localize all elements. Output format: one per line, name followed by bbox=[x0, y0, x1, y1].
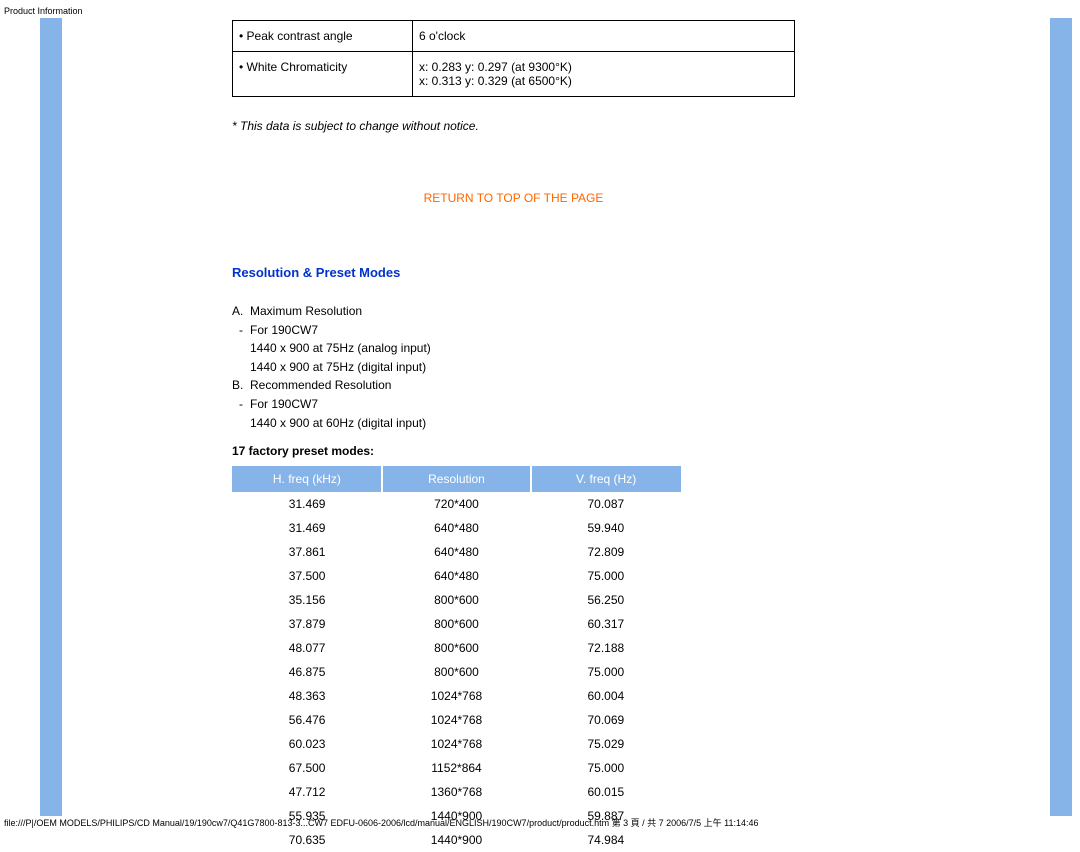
table-cell: 67.500 bbox=[233, 756, 382, 780]
table-cell: 640*480 bbox=[382, 564, 531, 588]
table-row: 48.077800*60072.188 bbox=[233, 636, 681, 660]
resolution-list-row: 1440 x 900 at 60Hz (digital input) bbox=[232, 414, 1032, 433]
table-row: 31.469640*48059.940 bbox=[233, 516, 681, 540]
resolution-list-row: A.Maximum Resolution bbox=[232, 302, 1032, 321]
table-cell: 800*600 bbox=[382, 660, 531, 684]
table-cell: 1152*864 bbox=[382, 756, 531, 780]
list-marker: - bbox=[232, 395, 250, 414]
table-row: 31.469720*40070.087 bbox=[233, 492, 681, 517]
table-cell: 1360*768 bbox=[382, 780, 531, 804]
spec-row: • White Chromaticityx: 0.283 y: 0.297 (a… bbox=[233, 52, 795, 97]
list-text: For 190CW7 bbox=[250, 395, 318, 414]
table-cell: 70.635 bbox=[233, 828, 382, 852]
spec-value: x: 0.283 y: 0.297 (at 9300°K)x: 0.313 y:… bbox=[413, 52, 795, 97]
table-cell: 70.087 bbox=[531, 492, 680, 517]
table-cell: 75.000 bbox=[531, 564, 680, 588]
table-cell: 31.469 bbox=[233, 492, 382, 517]
table-cell: 640*480 bbox=[382, 516, 531, 540]
right-sidebar-decoration bbox=[1050, 18, 1072, 816]
preset-modes-label: 17 factory preset modes: bbox=[232, 444, 1032, 458]
list-text: 1440 x 900 at 60Hz (digital input) bbox=[250, 414, 426, 433]
table-cell: 60.023 bbox=[233, 732, 382, 756]
table-cell: 72.188 bbox=[531, 636, 680, 660]
table-row: 35.156800*60056.250 bbox=[233, 588, 681, 612]
table-cell: 75.000 bbox=[531, 660, 680, 684]
spec-table: • Peak contrast angle6 o'clock• White Ch… bbox=[232, 20, 795, 97]
table-cell: 47.712 bbox=[233, 780, 382, 804]
table-row: 67.5001152*86475.000 bbox=[233, 756, 681, 780]
preset-table: H. freq (kHz) Resolution V. freq (Hz) 31… bbox=[232, 466, 681, 852]
list-marker: - bbox=[232, 321, 250, 340]
table-cell: 37.500 bbox=[233, 564, 382, 588]
table-row: 56.4761024*76870.069 bbox=[233, 708, 681, 732]
table-cell: 1024*768 bbox=[382, 732, 531, 756]
resolution-list: A.Maximum Resolution-For 190CW71440 x 90… bbox=[232, 302, 1032, 432]
page-header: Product Information bbox=[4, 6, 83, 16]
section-title: Resolution & Preset Modes bbox=[232, 265, 1032, 280]
list-text: Recommended Resolution bbox=[250, 376, 391, 395]
return-to-top-link[interactable]: RETURN TO TOP OF THE PAGE bbox=[232, 191, 795, 205]
col-h-freq: H. freq (kHz) bbox=[233, 467, 382, 492]
list-text: For 190CW7 bbox=[250, 321, 318, 340]
table-cell: 75.029 bbox=[531, 732, 680, 756]
list-text: Maximum Resolution bbox=[250, 302, 362, 321]
spec-value: 6 o'clock bbox=[413, 21, 795, 52]
left-sidebar-decoration bbox=[40, 18, 62, 816]
resolution-list-row: 1440 x 900 at 75Hz (analog input) bbox=[232, 339, 1032, 358]
table-cell: 1440*900 bbox=[382, 828, 531, 852]
table-cell: 720*400 bbox=[382, 492, 531, 517]
spec-label: • White Chromaticity bbox=[233, 52, 413, 97]
col-v-freq: V. freq (Hz) bbox=[531, 467, 680, 492]
table-row: 46.875800*60075.000 bbox=[233, 660, 681, 684]
table-cell: 59.940 bbox=[531, 516, 680, 540]
table-cell: 800*600 bbox=[382, 612, 531, 636]
table-row: 48.3631024*76860.004 bbox=[233, 684, 681, 708]
footer-path: file:///P|/OEM MODELS/PHILIPS/CD Manual/… bbox=[4, 816, 759, 829]
list-text: 1440 x 900 at 75Hz (analog input) bbox=[250, 339, 431, 358]
table-cell: 800*600 bbox=[382, 588, 531, 612]
spec-label: • Peak contrast angle bbox=[233, 21, 413, 52]
table-cell: 31.469 bbox=[233, 516, 382, 540]
table-row: 37.500640*48075.000 bbox=[233, 564, 681, 588]
table-cell: 1024*768 bbox=[382, 708, 531, 732]
table-cell: 72.809 bbox=[531, 540, 680, 564]
table-cell: 48.077 bbox=[233, 636, 382, 660]
table-row: 37.879800*60060.317 bbox=[233, 612, 681, 636]
resolution-list-row: -For 190CW7 bbox=[232, 395, 1032, 414]
table-cell: 640*480 bbox=[382, 540, 531, 564]
table-cell: 70.069 bbox=[531, 708, 680, 732]
table-cell: 35.156 bbox=[233, 588, 382, 612]
table-row: 60.0231024*76875.029 bbox=[233, 732, 681, 756]
table-cell: 60.004 bbox=[531, 684, 680, 708]
table-row: 70.6351440*90074.984 bbox=[233, 828, 681, 852]
list-text: 1440 x 900 at 75Hz (digital input) bbox=[250, 358, 426, 377]
table-cell: 37.861 bbox=[233, 540, 382, 564]
resolution-list-row: -For 190CW7 bbox=[232, 321, 1032, 340]
table-cell: 800*600 bbox=[382, 636, 531, 660]
table-row: 37.861640*48072.809 bbox=[233, 540, 681, 564]
table-cell: 1024*768 bbox=[382, 684, 531, 708]
table-row: 47.7121360*76860.015 bbox=[233, 780, 681, 804]
table-cell: 75.000 bbox=[531, 756, 680, 780]
list-marker: B. bbox=[232, 376, 250, 395]
main-content: • Peak contrast angle6 o'clock• White Ch… bbox=[232, 20, 1032, 852]
table-cell: 56.476 bbox=[233, 708, 382, 732]
table-cell: 37.879 bbox=[233, 612, 382, 636]
table-cell: 48.363 bbox=[233, 684, 382, 708]
disclaimer-text: * This data is subject to change without… bbox=[232, 119, 1032, 133]
table-cell: 56.250 bbox=[531, 588, 680, 612]
list-marker: A. bbox=[232, 302, 250, 321]
table-cell: 74.984 bbox=[531, 828, 680, 852]
resolution-list-row: B.Recommended Resolution bbox=[232, 376, 1032, 395]
col-resolution: Resolution bbox=[382, 467, 531, 492]
spec-row: • Peak contrast angle6 o'clock bbox=[233, 21, 795, 52]
table-cell: 46.875 bbox=[233, 660, 382, 684]
resolution-list-row: 1440 x 900 at 75Hz (digital input) bbox=[232, 358, 1032, 377]
table-cell: 60.015 bbox=[531, 780, 680, 804]
table-cell: 60.317 bbox=[531, 612, 680, 636]
